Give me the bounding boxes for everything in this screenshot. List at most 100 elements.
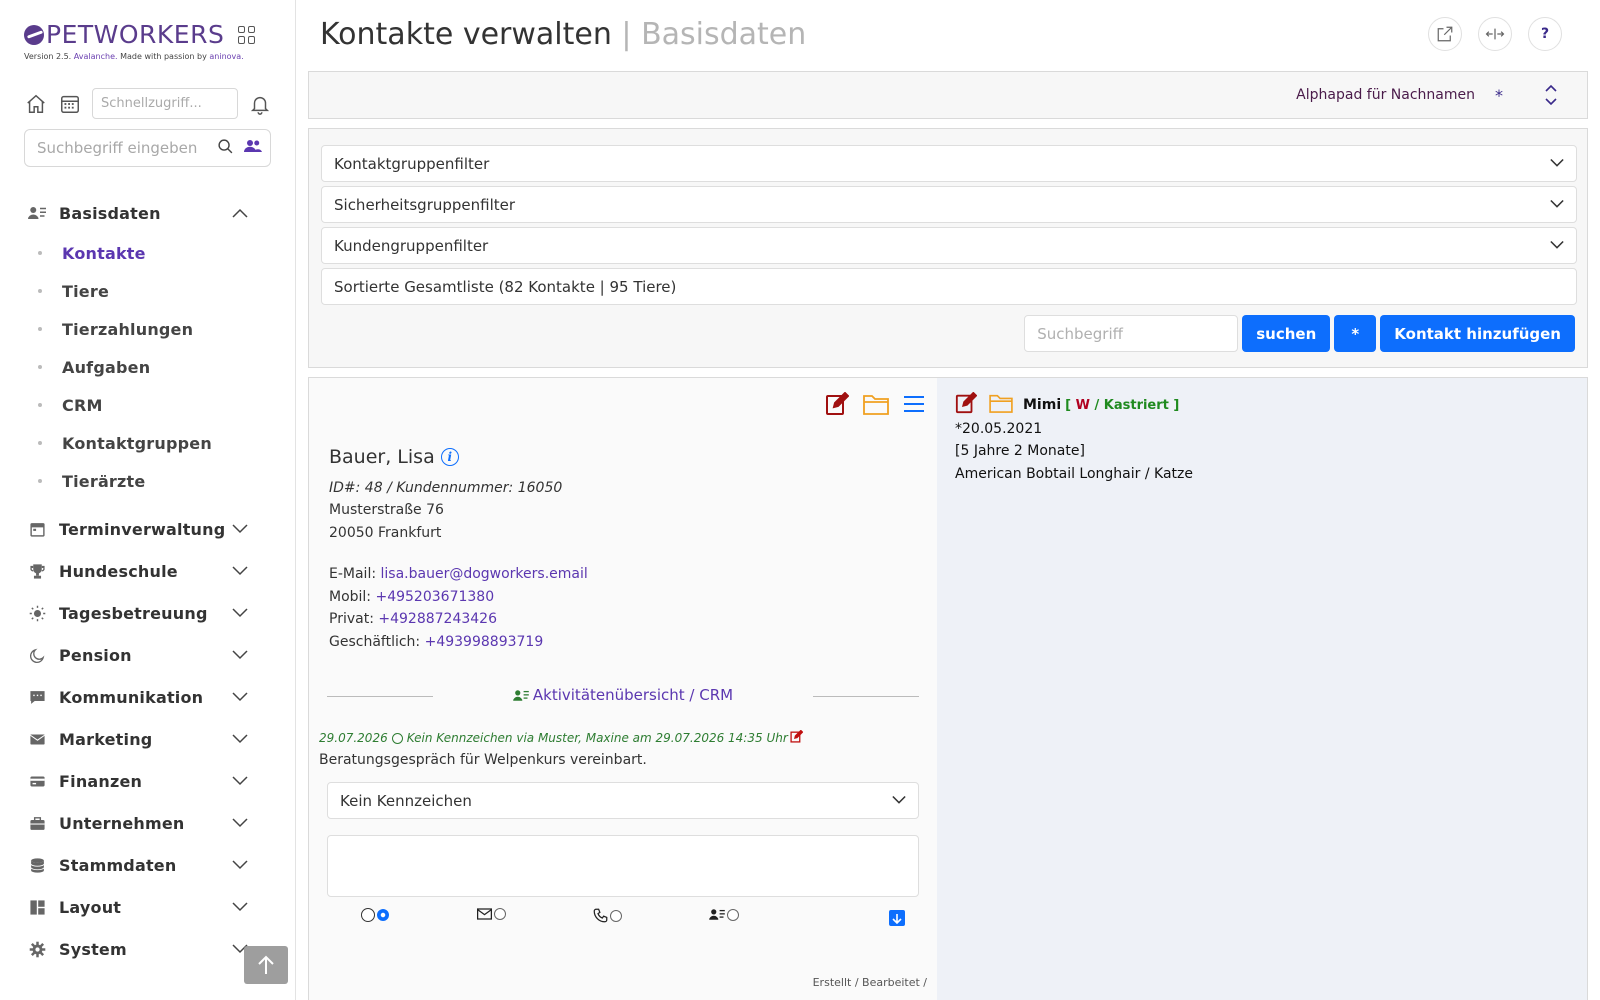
radio-note[interactable] bbox=[377, 909, 389, 921]
gear-icon bbox=[28, 940, 46, 958]
global-search-input[interactable] bbox=[37, 139, 217, 157]
chevron-down-icon[interactable] bbox=[232, 774, 248, 788]
contact-actions bbox=[825, 391, 925, 420]
radio-email[interactable] bbox=[494, 908, 506, 920]
scroll-to-top-button[interactable] bbox=[244, 946, 288, 984]
nav-item-aufgaben[interactable]: Aufgaben bbox=[0, 348, 296, 386]
activity-note-textarea[interactable] bbox=[327, 835, 919, 897]
search-icon[interactable] bbox=[217, 138, 234, 159]
nav-item-tiere[interactable]: Tiere bbox=[0, 272, 296, 310]
arrow-down-icon bbox=[892, 913, 902, 924]
contact-mobile-link[interactable]: +495203671380 bbox=[375, 589, 494, 605]
nav-group-pension[interactable]: Pension bbox=[0, 634, 296, 676]
trophy-icon bbox=[28, 562, 46, 580]
contact-group-filter[interactable]: Kontaktgruppenfilter bbox=[321, 145, 1577, 182]
quick-access-row bbox=[24, 88, 272, 119]
nav-item-crm[interactable]: CRM bbox=[0, 386, 296, 424]
contact-email-link[interactable]: lisa.bauer@dogworkers.email bbox=[381, 566, 588, 582]
chevron-down-icon[interactable] bbox=[232, 564, 248, 578]
contact-name: Bauer, Lisa i bbox=[329, 446, 459, 468]
search-button[interactable]: suchen bbox=[1242, 315, 1331, 352]
activity-type-meeting[interactable] bbox=[709, 908, 739, 921]
pet-breed: American Bobtail Longhair / Katze bbox=[955, 466, 1193, 482]
sorted-list-select[interactable]: Sortierte Gesamtliste (82 Kontakte | 95 … bbox=[321, 268, 1577, 305]
chevron-down-icon[interactable] bbox=[232, 816, 248, 830]
arrows-horizontal-icon bbox=[1485, 28, 1505, 40]
alphapad-all[interactable]: * bbox=[1495, 86, 1503, 105]
credit-card-icon bbox=[28, 772, 46, 790]
chevron-down-icon[interactable] bbox=[232, 606, 248, 620]
pet-folder-icon[interactable] bbox=[989, 393, 1013, 417]
sun-icon bbox=[28, 604, 46, 622]
nav-group-unternehmen[interactable]: Unternehmen bbox=[0, 802, 296, 844]
nav-group-terminverwaltung[interactable]: Terminverwaltung bbox=[0, 508, 296, 550]
bell-icon[interactable] bbox=[248, 92, 272, 116]
chevron-up-icon[interactable] bbox=[232, 206, 248, 220]
nav-item-tierzahlungen[interactable]: Tierzahlungen bbox=[0, 310, 296, 348]
header-actions: ? bbox=[1428, 17, 1562, 51]
contacts-search-icon[interactable] bbox=[244, 138, 262, 158]
contact-business-row: Geschäftlich: +493998893719 bbox=[329, 634, 544, 650]
chevron-down-icon[interactable] bbox=[232, 648, 248, 662]
pet-age: [5 Jahre 2 Monate] bbox=[955, 443, 1085, 459]
home-icon[interactable] bbox=[24, 92, 48, 116]
contact-ids: ID#: 48 / Kundennummer: 16050 bbox=[329, 480, 563, 496]
contact-business-link[interactable]: +493998893719 bbox=[425, 634, 544, 650]
nav-group-layout[interactable]: Layout bbox=[0, 886, 296, 928]
crm-overview-link[interactable]: Aktivitätenübersicht / CRM bbox=[327, 686, 919, 704]
calendar-icon[interactable] bbox=[58, 92, 82, 116]
nav-group-stammdaten[interactable]: Stammdaten bbox=[0, 844, 296, 886]
info-icon[interactable]: i bbox=[440, 448, 459, 466]
quick-access-input[interactable] bbox=[92, 88, 238, 119]
nav-group-marketing[interactable]: Marketing bbox=[0, 718, 296, 760]
nav-group-tagesbetreuung[interactable]: Tagesbetreuung bbox=[0, 592, 296, 634]
toggle-width-button[interactable] bbox=[1478, 17, 1512, 51]
pet-name[interactable]: Mimi bbox=[1023, 397, 1061, 413]
contact-detail-panel: Bauer, Lisa i ID#: 48 / Kundennummer: 16… bbox=[308, 377, 1588, 1000]
chevron-up-down-icon[interactable] bbox=[1545, 84, 1557, 106]
chevron-down-icon[interactable] bbox=[232, 522, 248, 536]
contact-search-input[interactable] bbox=[1024, 315, 1239, 352]
chevron-down-icon[interactable] bbox=[232, 732, 248, 746]
alphapad-label[interactable]: Alphapad für Nachnamen bbox=[1296, 87, 1475, 103]
activity-type-email[interactable] bbox=[477, 908, 506, 920]
save-activity-button[interactable] bbox=[889, 910, 905, 926]
nav-group-kommunikation[interactable]: Kommunikation bbox=[0, 676, 296, 718]
customer-group-filter[interactable]: Kundengruppenfilter bbox=[321, 227, 1577, 264]
chevron-down-icon[interactable] bbox=[232, 690, 248, 704]
edit-pet-icon[interactable] bbox=[955, 391, 978, 418]
pet-tags: [ W / Kastriert ] bbox=[1065, 397, 1180, 413]
marker-select[interactable]: Kein Kennzeichen bbox=[327, 782, 919, 819]
edit-activity-icon[interactable] bbox=[790, 729, 804, 746]
folder-icon[interactable] bbox=[863, 393, 889, 419]
security-group-filter[interactable]: Sicherheitsgruppenfilter bbox=[321, 186, 1577, 223]
nav-item-kontaktgruppen[interactable]: Kontaktgruppen bbox=[0, 424, 296, 462]
radio-meeting[interactable] bbox=[727, 908, 739, 921]
nav-group-finanzen[interactable]: Finanzen bbox=[0, 760, 296, 802]
add-contact-button[interactable]: Kontakt hinzufügen bbox=[1380, 315, 1575, 352]
nav-group-hundeschule[interactable]: Hundeschule bbox=[0, 550, 296, 592]
edit-icon[interactable] bbox=[825, 391, 850, 420]
show-all-button[interactable]: * bbox=[1334, 315, 1377, 352]
nav-group-basisdaten[interactable]: Basisdaten bbox=[0, 192, 296, 234]
chevron-down-icon[interactable] bbox=[232, 858, 248, 872]
version-info: Version 2.5. Avalanche. Made with passio… bbox=[24, 52, 244, 61]
menu-icon[interactable] bbox=[903, 395, 925, 417]
open-external-button[interactable] bbox=[1428, 17, 1462, 51]
petworkers-logo-icon bbox=[24, 24, 44, 45]
chevron-down-icon[interactable] bbox=[232, 900, 248, 914]
nav-item-tieraerzte[interactable]: Tierärzte bbox=[0, 462, 296, 500]
contact-column: Bauer, Lisa i ID#: 48 / Kundennummer: 16… bbox=[309, 378, 937, 1000]
contact-private-link[interactable]: +492887243426 bbox=[378, 611, 497, 627]
app-grid-icon[interactable] bbox=[238, 25, 256, 44]
global-search bbox=[24, 129, 271, 167]
activity-type-phone[interactable] bbox=[593, 908, 622, 923]
nav-item-kontakte[interactable]: Kontakte bbox=[0, 234, 296, 272]
envelope-icon bbox=[477, 908, 492, 920]
activity-type-note[interactable] bbox=[361, 908, 389, 922]
brand-logo[interactable]: PETWORKERS bbox=[24, 20, 256, 49]
radio-phone[interactable] bbox=[610, 909, 622, 922]
help-button[interactable]: ? bbox=[1528, 17, 1562, 51]
activity-footer: Erstellt / Bearbeitet / bbox=[812, 976, 927, 989]
activity-meta: 29.07.2026 Kein Kennzeichen via Muster, … bbox=[319, 729, 804, 746]
